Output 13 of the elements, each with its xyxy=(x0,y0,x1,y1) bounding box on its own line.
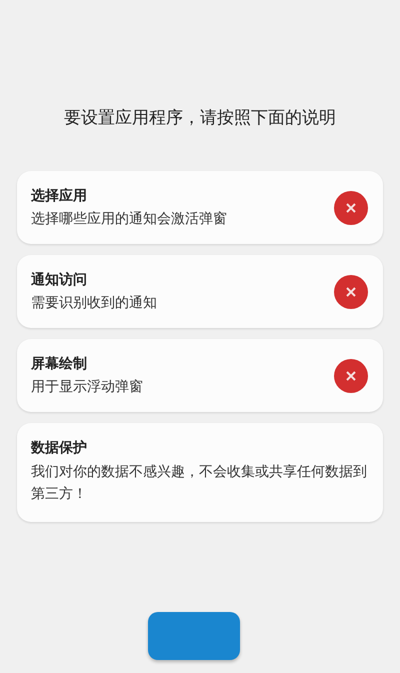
action-button[interactable] xyxy=(148,612,240,660)
card-title: 数据保护 xyxy=(31,439,88,457)
permission-card[interactable]: 选择应用 选择哪些应用的通知会激活弹窗 xyxy=(17,171,383,244)
card-description: 我们对你的数据不感兴趣，不会收集或共享任何数据到第三方！ xyxy=(31,463,368,504)
card-title: 屏幕绘制 xyxy=(31,354,88,373)
card-description: 用于显示浮动弹窗 xyxy=(31,378,144,396)
permission-card[interactable]: 屏幕绘制 用于显示浮动弹窗 xyxy=(17,339,383,412)
permission-card[interactable]: 通知访问 需要识别收到的通知 xyxy=(17,255,383,328)
card-description: 需要识别收到的通知 xyxy=(31,294,158,312)
card-title: 通知访问 xyxy=(31,270,88,289)
card-description: 选择哪些应用的通知会激活弹窗 xyxy=(31,210,228,228)
card-title: 选择应用 xyxy=(31,186,88,205)
heading: 要设置应用程序，请按照下面的说明 xyxy=(64,107,336,129)
